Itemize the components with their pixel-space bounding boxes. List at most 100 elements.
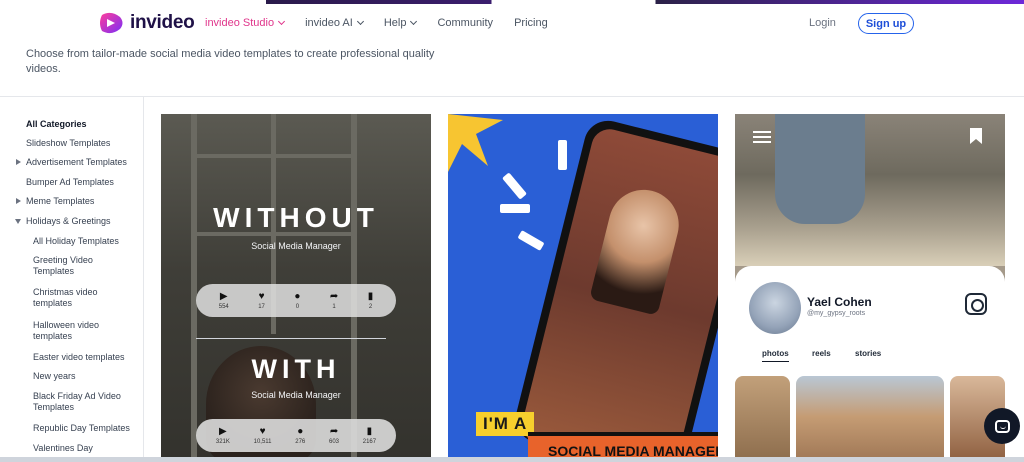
shelf-decoration [191,154,357,158]
bookmark-icon[interactable] [970,128,982,144]
subheadline: Social Media Manager [251,390,341,400]
stat-likes: ♥ 17 [258,290,265,310]
sidebar-subitem-republic-day[interactable]: Republic Day Templates [33,423,130,434]
stat-value: 17 [258,303,265,310]
phone-mockup [510,115,718,462]
stat-value: 1 [332,303,336,310]
engagement-bar: ▶ 554 ♥ 17 ● 0 ➦ 1 ▮ 2 [196,284,396,317]
sidebar-subitem-all-holiday[interactable]: All Holiday Templates [33,236,119,247]
sidebar-item-meme[interactable]: Meme Templates [26,196,94,207]
shelf-decoration [191,114,197,462]
sidebar-item-bumper-ad[interactable]: Bumper Ad Templates [26,177,114,188]
stat-comments: ● 276 [295,425,306,445]
sidebar-item-holidays[interactable]: Holidays & Greetings [26,216,111,227]
tab-stories[interactable]: stories [855,349,881,358]
nav-pricing[interactable]: Pricing [514,17,548,29]
sidebar-item-slideshow[interactable]: Slideshow Templates [26,138,110,149]
stat-value: 603 [329,438,340,445]
category-sidebar: All Categories Slideshow Templates Adver… [0,97,144,462]
play-icon: ▶ [219,425,227,437]
tab-reels[interactable]: reels [812,349,831,358]
subheadline: Social Media Manager [251,241,341,251]
play-icon: ▶ [219,290,228,302]
chevron-down-icon [410,17,418,26]
headline-with: WITH [251,354,341,384]
stat-comments: ● 0 [294,291,300,310]
profile-handle: @my_gypsy_roots [807,310,866,317]
avatar [749,282,801,334]
template-card-im-a-social-media-manager[interactable]: I'M A SOCIAL MEDIA MANAGER [448,114,718,462]
caret-down-icon[interactable] [15,219,21,224]
chat-icon [994,419,1010,433]
sidebar-subitem-halloween[interactable]: Halloween video templates [33,320,113,342]
sidebar-item-advertisement[interactable]: Advertisement Templates [26,157,127,168]
sidebar-subitem-greeting[interactable]: Greeting Video Templates [33,255,113,277]
sidebar-subitem-new-years[interactable]: New years [33,371,76,382]
ray-decoration [558,140,567,170]
headline-without: WITHOUT [213,202,379,233]
chevron-down-icon [356,17,364,26]
main-nav: invideo Studio invideo AI Help Community… [205,17,569,29]
menu-icon[interactable] [753,130,771,144]
stat-shares: ➦ 1 [329,290,339,310]
caret-right-icon[interactable] [16,159,21,165]
engagement-bar: ▶ 321K ♥ 10,511 ● 276 ➦ 603 ▮ 2167 [196,419,396,452]
sidebar-subitem-black-friday[interactable]: Black Friday Ad Video Templates [33,391,133,413]
template-card-yael-cohen-profile[interactable]: Yael Cohen @my_gypsy_roots photos reels … [735,114,1005,462]
heart-icon: ♥ [258,290,265,302]
nav-label: Help [383,17,407,29]
profile-name: Yael Cohen [807,295,872,309]
profile-panel: Yael Cohen @my_gypsy_roots photos reels … [735,266,1005,462]
ray-decoration [500,204,530,213]
gallery-photo [735,376,790,462]
stat-plays: ▶ 321K [215,425,230,445]
template-card-social-media-manager[interactable]: WITHOUT Social Media Manager ▶ 554 ♥ 17 ● 0… [161,114,431,462]
person-photo [775,114,865,224]
stat-value: 2167 [362,438,377,445]
stat-value: 321K [215,438,230,445]
stat-likes: ♥ 10,511 [254,425,272,445]
sidebar-subitem-valentines[interactable]: Valentines Day [33,443,93,454]
ray-decoration [517,230,545,251]
sun-burst-icon [448,114,503,172]
share-icon: ➦ [329,290,339,302]
sidebar-subitem-easter[interactable]: Easter video templates [33,352,125,363]
tag-im-a: I'M A [476,412,535,436]
stat-plays: ▶ 554 [218,290,229,310]
site-header: invideo invideo Studio invideo AI Help C… [0,4,1024,42]
share-icon: ➦ [329,425,339,437]
stat-saves: ▮ 2 [367,290,374,310]
caret-right-icon[interactable] [16,198,21,204]
signup-button[interactable]: Sign up [858,13,914,34]
invideo-logo[interactable]: invideo [98,11,195,35]
stat-value: 2 [368,303,373,310]
section-divider [0,96,1024,97]
sidebar-item-all-categories[interactable]: All Categories [26,119,87,130]
stat-shares: ➦ 603 [329,425,340,445]
stat-value: 554 [218,303,229,310]
chat-support-button[interactable] [984,408,1020,444]
stat-value: 276 [295,438,306,445]
heart-icon: ♥ [259,425,266,437]
person-photo [589,182,687,316]
nav-invideo-ai[interactable]: invideo AI [305,17,364,29]
nav-community[interactable]: Community [437,17,493,29]
stat-saves: ▮ 2167 [362,425,377,445]
nav-invideo-studio[interactable]: invideo Studio [205,17,286,29]
comment-icon: ● [297,425,304,437]
chevron-down-icon [278,17,286,26]
phone-screen [518,125,718,462]
nav-label: Pricing [514,17,548,29]
stat-value: 0 [295,303,300,310]
ray-decoration [502,172,527,200]
sidebar-subitem-christmas[interactable]: Christmas video templates [33,287,113,309]
nav-help[interactable]: Help [383,17,418,29]
tab-photos[interactable]: photos [762,349,789,362]
gallery-photo [796,376,944,462]
instagram-icon [965,293,987,315]
invideo-logo-icon [100,12,123,34]
bookmark-icon: ▮ [366,425,373,437]
bookmark-icon: ▮ [367,290,374,302]
login-link[interactable]: Login [809,17,836,29]
nav-label: invideo AI [305,17,353,29]
